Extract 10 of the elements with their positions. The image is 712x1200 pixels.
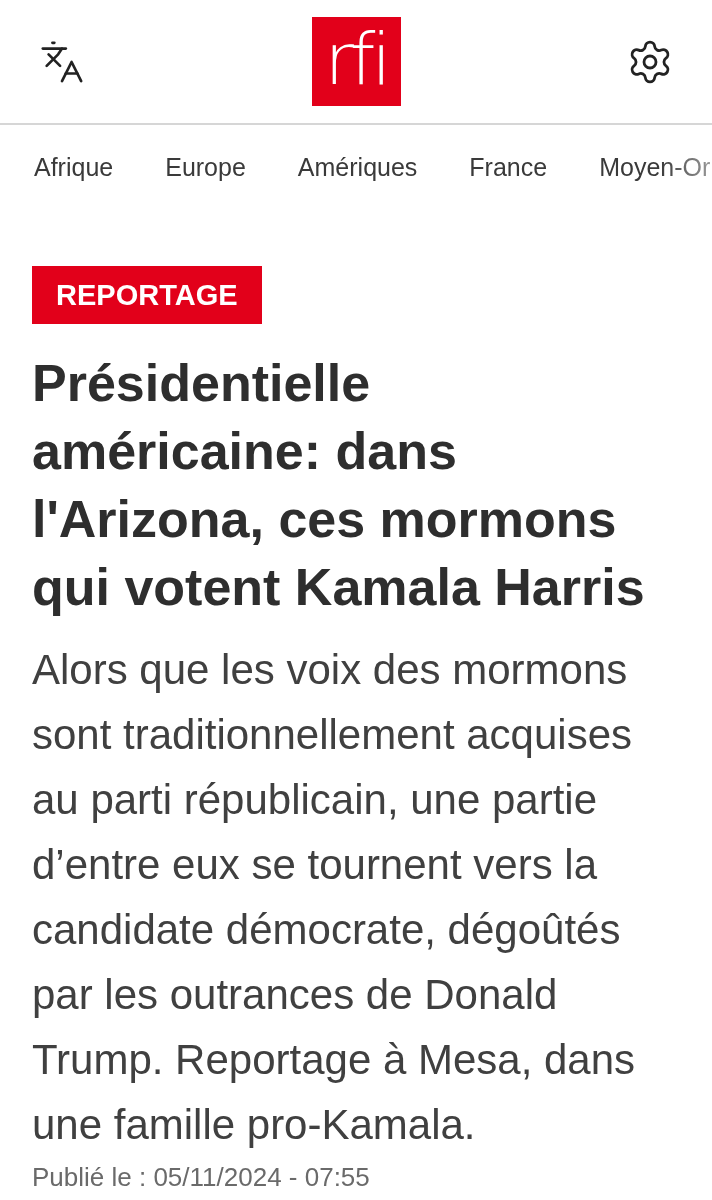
nav-tab[interactable]: France <box>469 149 548 189</box>
publish-date: Publié le : 05/11/2024 - 07:55 <box>32 1163 370 1192</box>
category-tag: REPORTAGE <box>32 266 262 324</box>
nav-tab[interactable]: Afrique <box>34 149 114 189</box>
nav-tab[interactable]: Amériques <box>297 149 418 189</box>
logo[interactable]: rfi <box>311 17 401 106</box>
article-title: Présidentielle américaine: dans l'Arizona, ces mormons qui votent Kamala Harris <box>32 353 646 618</box>
article-lead: Alors que les voix des mormons sont traditionnellement acquises au parti républicain, une partie d’entre eux se tournent vers la candidate démocrate, dégoûtés par les outrances de Donald Trump. Reportage à Mesa, dans une famille pro-Kamala. <box>32 645 637 1150</box>
nav-tab[interactable]: Moyen-Or <box>599 149 711 189</box>
nav-tab[interactable]: Europe <box>165 149 246 189</box>
